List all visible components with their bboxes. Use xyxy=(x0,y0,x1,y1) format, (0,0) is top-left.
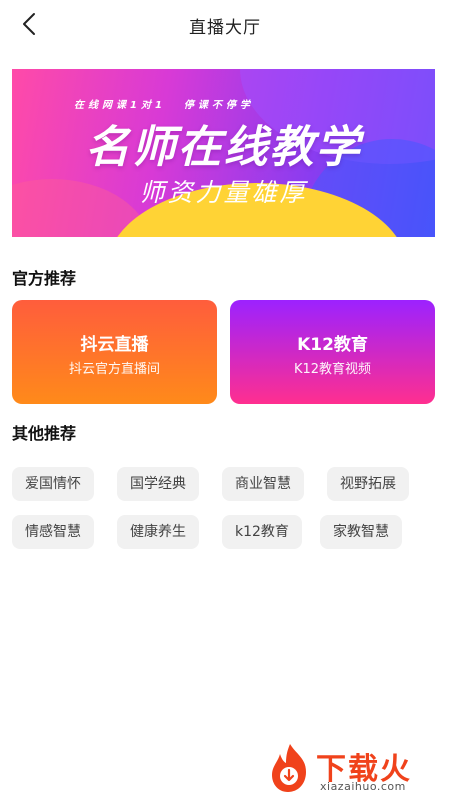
page-title: 直播大厅 xyxy=(189,18,261,38)
tag-patriotism[interactable]: 爱国情怀 xyxy=(12,467,94,501)
live-hall-page: 直播大厅 在线网课1对1 停课不停学 名师在线教学 师资力量雄厚 官方推荐 抖云直… xyxy=(0,0,450,800)
banner-subtitle-right: 停课不停学 xyxy=(183,100,254,111)
tag-parenting-wisdom[interactable]: 家教智慧 xyxy=(320,515,402,549)
banner-title: 名师在线教学 xyxy=(85,122,362,173)
card-title: 抖云直播 xyxy=(80,335,149,355)
tag-emotional-wisdom[interactable]: 情感智慧 xyxy=(12,515,94,549)
section-title-other: 其他推荐 xyxy=(12,424,77,443)
tag-business-wisdom[interactable]: 商业智慧 xyxy=(222,467,304,501)
card-subtitle: 抖云官方直播间 xyxy=(68,362,160,377)
watermark-url: xiazaihuo.com xyxy=(320,780,406,793)
promo-banner[interactable]: 在线网课1对1 停课不停学 名师在线教学 师资力量雄厚 xyxy=(12,69,435,237)
card-title: K12教育 xyxy=(297,335,368,355)
card-subtitle: K12教育视频 xyxy=(293,362,372,377)
watermark-logo: 下载火 xiazaihuo.com xyxy=(262,740,442,796)
banner-slogan: 师资力量雄厚 xyxy=(139,178,308,207)
card-douyun-live[interactable]: 抖云直播 抖云官方直播间 xyxy=(12,300,217,404)
tag-chinese-classics[interactable]: 国学经典 xyxy=(117,467,199,501)
flame-icon xyxy=(272,744,306,792)
header-bar: 直播大厅 xyxy=(0,0,450,50)
section-title-official: 官方推荐 xyxy=(12,269,77,288)
tag-health[interactable]: 健康养生 xyxy=(117,515,199,549)
banner-subtitle-left: 在线网课1对1 xyxy=(74,100,166,111)
banner-subtitle: 在线网课1对1 停课不停学 xyxy=(74,96,374,111)
tag-horizon-expansion[interactable]: 视野拓展 xyxy=(327,467,409,501)
card-k12-education[interactable]: K12教育 K12教育视频 xyxy=(230,300,435,404)
tag-k12-education[interactable]: k12教育 xyxy=(222,515,302,549)
